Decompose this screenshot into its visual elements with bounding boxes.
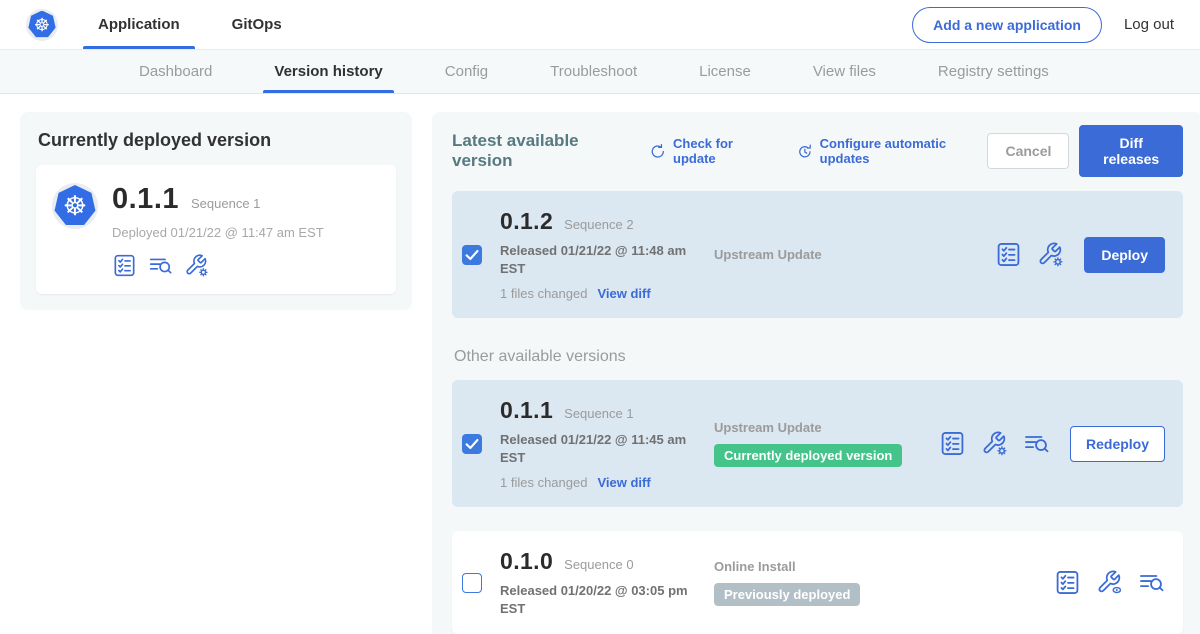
app-icon-kubernetes: ☸: [52, 183, 98, 229]
add-new-application-button[interactable]: Add a new application: [912, 7, 1102, 43]
view-diff-link[interactable]: View diff: [597, 286, 650, 301]
deploy-button[interactable]: Deploy: [1084, 237, 1165, 273]
version-source-label: Upstream Update: [714, 247, 939, 262]
main-content: Currently deployed version ☸ 0.1.1 Seque…: [0, 94, 1200, 634]
subnav-registry-settings[interactable]: Registry settings: [907, 50, 1080, 93]
subnav-config[interactable]: Config: [414, 50, 519, 93]
view-diff-link[interactable]: View diff: [597, 475, 650, 490]
currently-deployed-panel: Currently deployed version ☸ 0.1.1 Seque…: [20, 112, 412, 310]
release-notes-diff-icon[interactable]: [1023, 430, 1050, 457]
cancel-button[interactable]: Cancel: [987, 133, 1069, 169]
diff-releases-button[interactable]: Diff releases: [1079, 125, 1183, 177]
tab-gitops[interactable]: GitOps: [228, 0, 286, 49]
app-tabs: Application GitOps: [94, 0, 286, 49]
latest-available-title: Latest available version: [452, 131, 631, 171]
sequence-label: Sequence 0: [564, 557, 633, 572]
configure-automatic-updates-label: Configure automatic updates: [820, 136, 988, 166]
released-timestamp: Released 01/21/22 @ 11:48 am EST: [500, 242, 700, 277]
redeploy-button[interactable]: Redeploy: [1070, 426, 1165, 462]
version-select-checkbox[interactable]: [462, 434, 482, 454]
subnav-troubleshoot[interactable]: Troubleshoot: [519, 50, 668, 93]
version-select-checkbox[interactable]: [462, 245, 482, 265]
released-timestamp: Released 01/21/22 @ 11:45 am EST: [500, 431, 700, 466]
checkmark-icon: [463, 245, 481, 265]
deployed-timestamp: Deployed 01/21/22 @ 11:47 am EST: [112, 225, 324, 240]
config-wrench-gear-icon[interactable]: [981, 430, 1008, 457]
version-row-0-1-2: 0.1.2 Sequence 2 Released 01/21/22 @ 11:…: [452, 191, 1183, 318]
release-notes-diff-icon[interactable]: [148, 253, 173, 278]
subnav-dashboard[interactable]: Dashboard: [108, 50, 243, 93]
subnav-license[interactable]: License: [668, 50, 782, 93]
deployed-version-card: ☸ 0.1.1 Sequence 1 Deployed 01/21/22 @ 1…: [36, 165, 396, 294]
version-select-checkbox[interactable]: [462, 573, 482, 593]
version-history-panel: Latest available version Check for updat…: [432, 112, 1200, 634]
preflight-checklist-icon[interactable]: [112, 253, 137, 278]
sequence-label: Sequence 1: [564, 406, 633, 421]
sequence-label: Sequence 2: [564, 217, 633, 232]
subnav-version-history[interactable]: Version history: [243, 50, 413, 93]
logout-button[interactable]: Log out: [1124, 16, 1174, 33]
version-source-label: Online Install: [714, 559, 939, 574]
version-source-label: Upstream Update: [714, 420, 939, 435]
version-row-0-1-1: 0.1.1 Sequence 1 Released 01/21/22 @ 11:…: [452, 380, 1183, 507]
clock-arrow-icon: [796, 142, 814, 161]
checkmark-icon: [463, 434, 481, 454]
preflight-checklist-icon[interactable]: [939, 430, 966, 457]
configure-automatic-updates-link[interactable]: Configure automatic updates: [796, 136, 988, 166]
other-available-versions-label: Other available versions: [454, 348, 1183, 366]
version-number: 0.1.1: [500, 397, 553, 424]
check-for-update-label: Check for update: [673, 136, 772, 166]
currently-deployed-badge: Currently deployed version: [714, 444, 902, 467]
deployed-version-number: 0.1.1: [112, 183, 179, 216]
version-number: 0.1.2: [500, 208, 553, 235]
kubernetes-logo-icon: ☸: [26, 9, 58, 41]
version-number: 0.1.0: [500, 548, 553, 575]
previously-deployed-badge: Previously deployed: [714, 583, 860, 606]
config-wrench-gear-icon[interactable]: [184, 253, 209, 278]
files-changed-label: 1 files changed: [500, 286, 587, 301]
refresh-icon: [649, 142, 667, 161]
subnav-view-files[interactable]: View files: [782, 50, 907, 93]
deployed-panel-title: Currently deployed version: [38, 130, 396, 151]
app-subnav: Dashboard Version history Config Trouble…: [0, 50, 1200, 94]
tab-application[interactable]: Application: [94, 0, 184, 49]
config-wrench-eye-icon[interactable]: [1096, 569, 1123, 596]
version-row-0-1-0: 0.1.0 Sequence 0 Released 01/20/22 @ 03:…: [452, 531, 1183, 634]
release-notes-diff-icon[interactable]: [1138, 569, 1165, 596]
released-timestamp: Released 01/20/22 @ 03:05 pm EST: [500, 582, 700, 617]
preflight-checklist-icon[interactable]: [995, 241, 1022, 268]
preflight-checklist-icon[interactable]: [1054, 569, 1081, 596]
config-wrench-gear-icon[interactable]: [1037, 241, 1064, 268]
check-for-update-link[interactable]: Check for update: [649, 136, 772, 166]
deployed-sequence-label: Sequence 1: [191, 196, 260, 211]
files-changed-label: 1 files changed: [500, 475, 587, 490]
top-bar: ☸ Application GitOps Add a new applicati…: [0, 0, 1200, 50]
